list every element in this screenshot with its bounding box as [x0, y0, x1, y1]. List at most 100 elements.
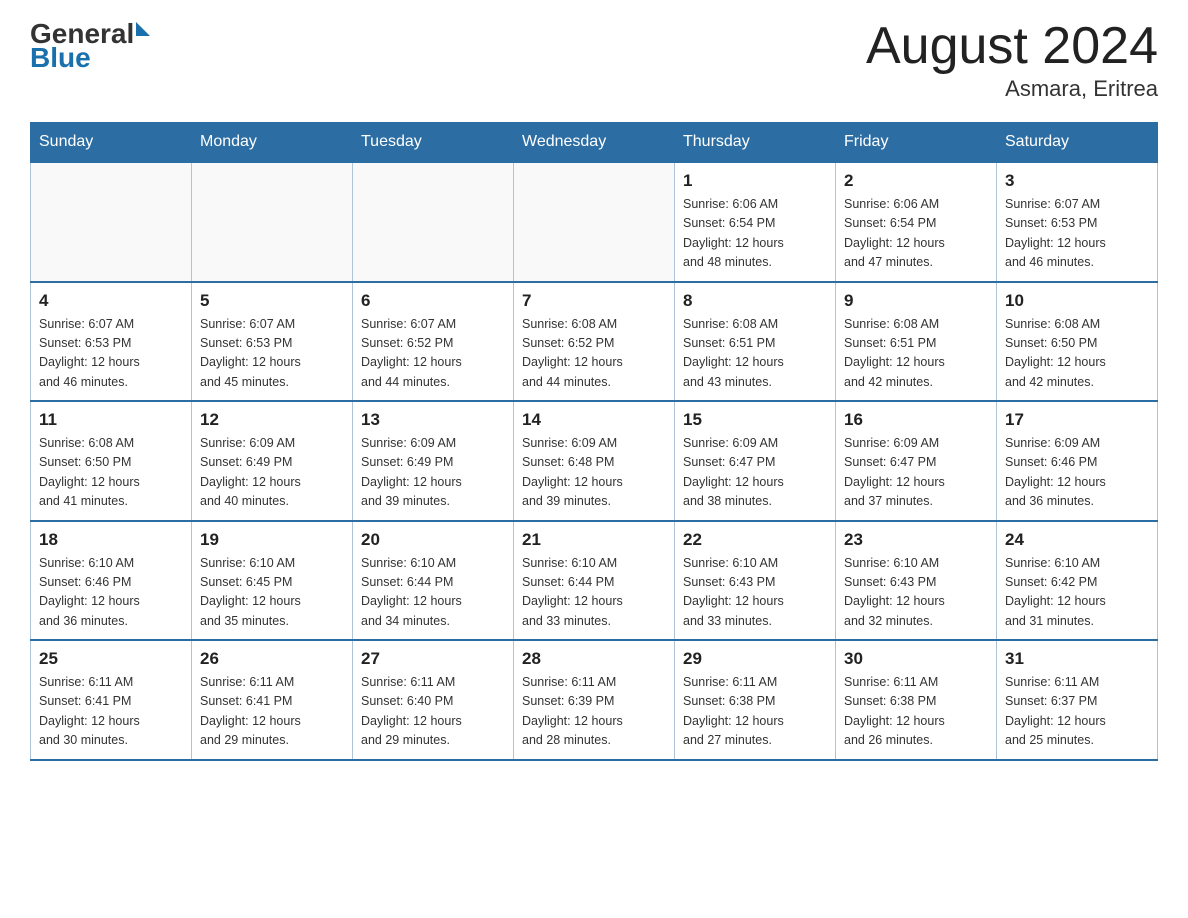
day-number: 10 — [1005, 291, 1149, 311]
day-number: 21 — [522, 530, 666, 550]
day-number: 11 — [39, 410, 183, 430]
table-row: 20Sunrise: 6:10 AMSunset: 6:44 PMDayligh… — [353, 521, 514, 641]
day-info: Sunrise: 6:08 AMSunset: 6:51 PMDaylight:… — [683, 315, 827, 393]
table-row: 23 Sunrise: 6:10 AMSunset: 6:43 PMDayligh… — [836, 521, 997, 641]
day-info: Sunrise: 6:06 AMSunset: 6:54 PMDaylight:… — [683, 195, 827, 273]
title-section: August 2024 Asmara, Eritrea — [866, 20, 1158, 102]
day-number: 31 — [1005, 649, 1149, 669]
day-info: Sunrise: 6:11 AMSunset: 6:40 PMDaylight:… — [361, 673, 505, 751]
day-number: 18 — [39, 530, 183, 550]
table-row: 29 Sunrise: 6:11 AMSunset: 6:38 PMDayligh… — [675, 640, 836, 760]
table-row: 11Sunrise: 6:08 AMSunset: 6:50 PMDayligh… — [31, 401, 192, 521]
day-info: Sunrise: 6:10 AMSunset: 6:42 PMDaylight:… — [1005, 554, 1149, 632]
calendar-week-row: 11Sunrise: 6:08 AMSunset: 6:50 PMDayligh… — [31, 401, 1158, 521]
table-row — [192, 162, 353, 282]
day-number: 9 — [844, 291, 988, 311]
day-number: 14 — [522, 410, 666, 430]
day-info: Sunrise: 6:09 AMSunset: 6:49 PMDaylight:… — [361, 434, 505, 512]
calendar-week-row: 18Sunrise: 6:10 AMSunset: 6:46 PMDayligh… — [31, 521, 1158, 641]
day-info: Sunrise: 6:10 AMSunset: 6:44 PMDaylight:… — [522, 554, 666, 632]
day-number: 29 — [683, 649, 827, 669]
calendar-table: Sunday Monday Tuesday Wednesday Thursday… — [30, 122, 1158, 761]
table-row: 26 Sunrise: 6:11 AMSunset: 6:41 PMDayligh… — [192, 640, 353, 760]
table-row: 6 Sunrise: 6:07 AMSunset: 6:52 PMDaylight… — [353, 282, 514, 402]
day-number: 24 — [1005, 530, 1149, 550]
day-info: Sunrise: 6:10 AMSunset: 6:43 PMDaylight:… — [683, 554, 827, 632]
day-info: Sunrise: 6:10 AMSunset: 6:43 PMDaylight:… — [844, 554, 988, 632]
day-info: Sunrise: 6:11 AMSunset: 6:37 PMDaylight:… — [1005, 673, 1149, 751]
day-number: 25 — [39, 649, 183, 669]
day-info: Sunrise: 6:11 AMSunset: 6:38 PMDaylight:… — [683, 673, 827, 751]
table-row: 2 Sunrise: 6:06 AMSunset: 6:54 PMDaylight… — [836, 162, 997, 282]
day-info: Sunrise: 6:07 AMSunset: 6:52 PMDaylight:… — [361, 315, 505, 393]
table-row: 22 Sunrise: 6:10 AMSunset: 6:43 PMDayligh… — [675, 521, 836, 641]
logo-text-blue: Blue — [30, 44, 150, 72]
day-number: 3 — [1005, 171, 1149, 191]
day-info: Sunrise: 6:09 AMSunset: 6:49 PMDaylight:… — [200, 434, 344, 512]
col-tuesday: Tuesday — [353, 123, 514, 163]
table-row: 1 Sunrise: 6:06 AMSunset: 6:54 PMDaylight… — [675, 162, 836, 282]
day-info: Sunrise: 6:09 AMSunset: 6:48 PMDaylight:… — [522, 434, 666, 512]
calendar-week-row: 4 Sunrise: 6:07 AMSunset: 6:53 PMDaylight… — [31, 282, 1158, 402]
col-thursday: Thursday — [675, 123, 836, 163]
table-row: 3 Sunrise: 6:07 AMSunset: 6:53 PMDaylight… — [997, 162, 1158, 282]
table-row: 19Sunrise: 6:10 AMSunset: 6:45 PMDayligh… — [192, 521, 353, 641]
logo-triangle-icon — [136, 22, 150, 36]
table-row: 7Sunrise: 6:08 AMSunset: 6:52 PMDaylight… — [514, 282, 675, 402]
table-row: 15 Sunrise: 6:09 AMSunset: 6:47 PMDayligh… — [675, 401, 836, 521]
day-info: Sunrise: 6:10 AMSunset: 6:44 PMDaylight:… — [361, 554, 505, 632]
day-number: 6 — [361, 291, 505, 311]
table-row: 21 Sunrise: 6:10 AMSunset: 6:44 PMDayligh… — [514, 521, 675, 641]
table-row: 25 Sunrise: 6:11 AMSunset: 6:41 PMDayligh… — [31, 640, 192, 760]
day-info: Sunrise: 6:09 AMSunset: 6:46 PMDaylight:… — [1005, 434, 1149, 512]
day-info: Sunrise: 6:10 AMSunset: 6:45 PMDaylight:… — [200, 554, 344, 632]
day-info: Sunrise: 6:11 AMSunset: 6:41 PMDaylight:… — [200, 673, 344, 751]
location-title: Asmara, Eritrea — [866, 76, 1158, 102]
col-monday: Monday — [192, 123, 353, 163]
table-row: 18Sunrise: 6:10 AMSunset: 6:46 PMDayligh… — [31, 521, 192, 641]
day-number: 17 — [1005, 410, 1149, 430]
table-row — [353, 162, 514, 282]
day-number: 4 — [39, 291, 183, 311]
table-row: 4 Sunrise: 6:07 AMSunset: 6:53 PMDaylight… — [31, 282, 192, 402]
day-number: 22 — [683, 530, 827, 550]
day-number: 12 — [200, 410, 344, 430]
table-row: 9 Sunrise: 6:08 AMSunset: 6:51 PMDaylight… — [836, 282, 997, 402]
calendar-header-row: Sunday Monday Tuesday Wednesday Thursday… — [31, 123, 1158, 163]
col-friday: Friday — [836, 123, 997, 163]
day-number: 16 — [844, 410, 988, 430]
day-info: Sunrise: 6:11 AMSunset: 6:41 PMDaylight:… — [39, 673, 183, 751]
calendar-week-row: 25 Sunrise: 6:11 AMSunset: 6:41 PMDayligh… — [31, 640, 1158, 760]
day-number: 26 — [200, 649, 344, 669]
day-info: Sunrise: 6:08 AMSunset: 6:51 PMDaylight:… — [844, 315, 988, 393]
day-info: Sunrise: 6:07 AMSunset: 6:53 PMDaylight:… — [39, 315, 183, 393]
day-number: 23 — [844, 530, 988, 550]
day-info: Sunrise: 6:11 AMSunset: 6:39 PMDaylight:… — [522, 673, 666, 751]
day-info: Sunrise: 6:08 AMSunset: 6:50 PMDaylight:… — [1005, 315, 1149, 393]
day-info: Sunrise: 6:07 AMSunset: 6:53 PMDaylight:… — [200, 315, 344, 393]
day-number: 5 — [200, 291, 344, 311]
page-header: General Blue August 2024 Asmara, Eritrea — [30, 20, 1158, 102]
table-row: 31 Sunrise: 6:11 AMSunset: 6:37 PMDayligh… — [997, 640, 1158, 760]
day-number: 13 — [361, 410, 505, 430]
table-row — [514, 162, 675, 282]
month-title: August 2024 — [866, 20, 1158, 72]
table-row: 5 Sunrise: 6:07 AMSunset: 6:53 PMDaylight… — [192, 282, 353, 402]
table-row: 16Sunrise: 6:09 AMSunset: 6:47 PMDayligh… — [836, 401, 997, 521]
day-number: 2 — [844, 171, 988, 191]
table-row: 24 Sunrise: 6:10 AMSunset: 6:42 PMDayligh… — [997, 521, 1158, 641]
table-row: 27 Sunrise: 6:11 AMSunset: 6:40 PMDayligh… — [353, 640, 514, 760]
day-info: Sunrise: 6:09 AMSunset: 6:47 PMDaylight:… — [683, 434, 827, 512]
day-info: Sunrise: 6:11 AMSunset: 6:38 PMDaylight:… — [844, 673, 988, 751]
day-number: 8 — [683, 291, 827, 311]
day-number: 15 — [683, 410, 827, 430]
day-number: 1 — [683, 171, 827, 191]
logo: General Blue — [30, 20, 150, 72]
day-number: 27 — [361, 649, 505, 669]
day-info: Sunrise: 6:07 AMSunset: 6:53 PMDaylight:… — [1005, 195, 1149, 273]
day-number: 30 — [844, 649, 988, 669]
table-row: 30 Sunrise: 6:11 AMSunset: 6:38 PMDayligh… — [836, 640, 997, 760]
col-wednesday: Wednesday — [514, 123, 675, 163]
table-row — [31, 162, 192, 282]
day-info: Sunrise: 6:06 AMSunset: 6:54 PMDaylight:… — [844, 195, 988, 273]
